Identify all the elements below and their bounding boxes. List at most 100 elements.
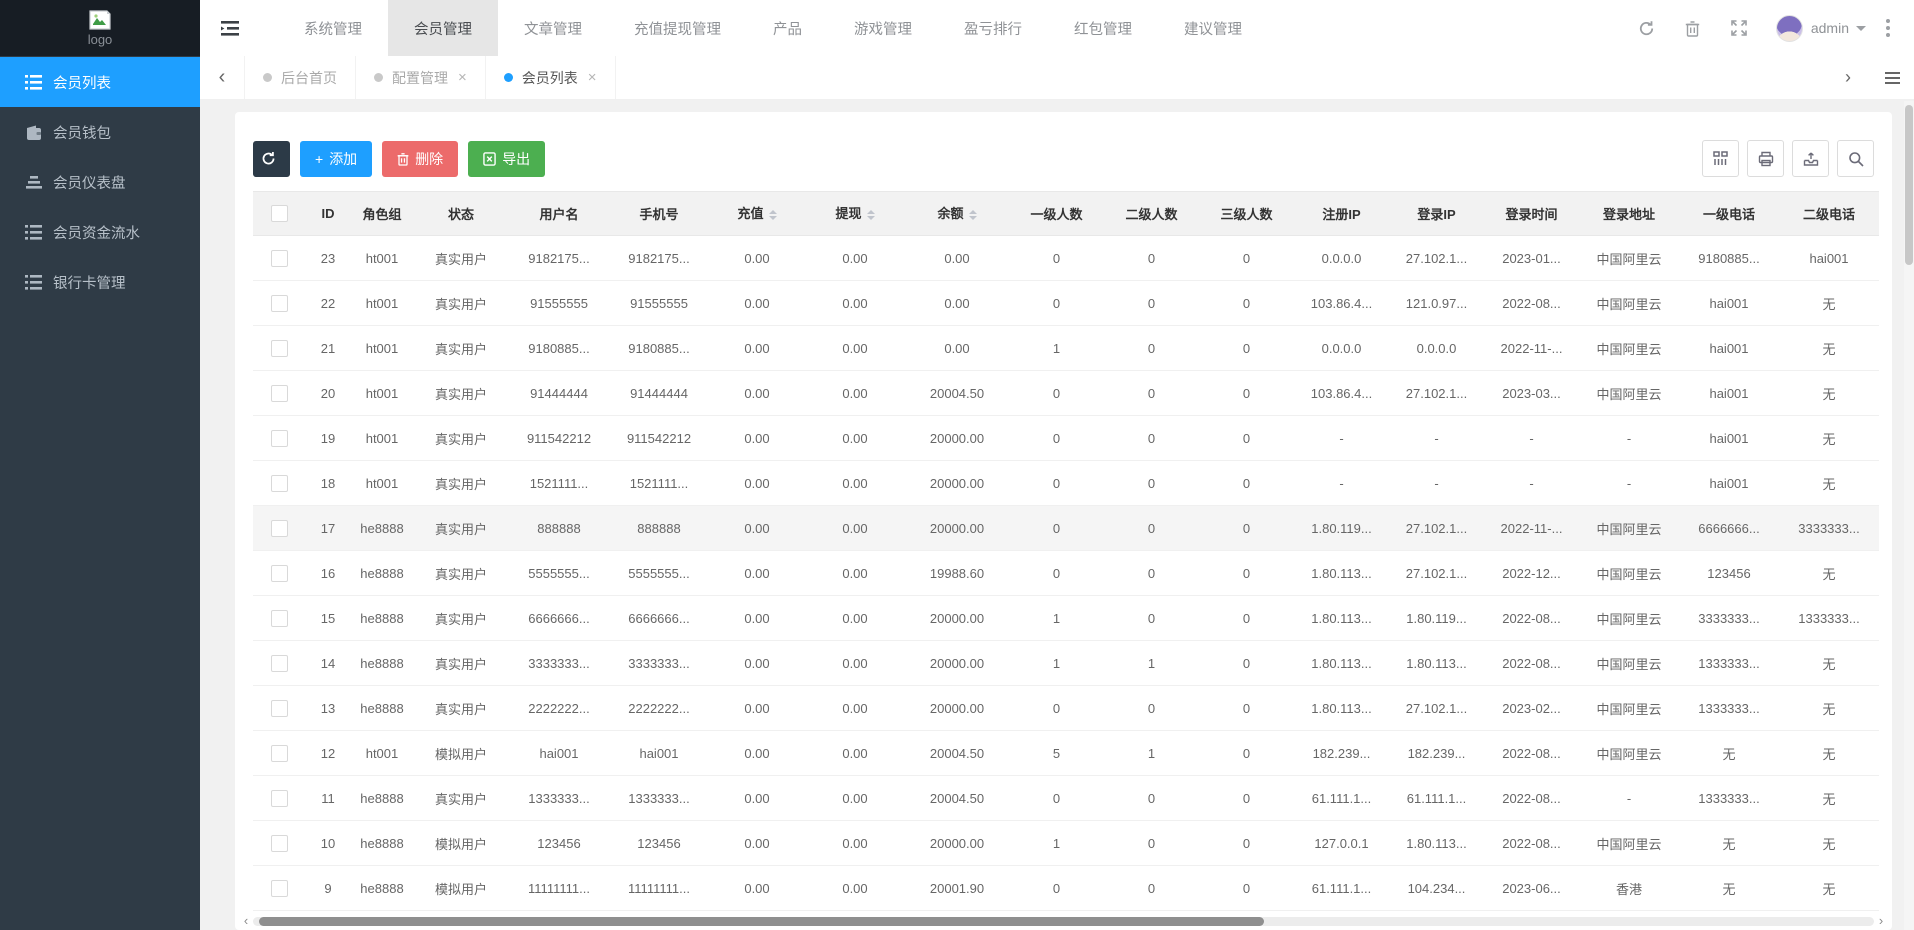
columns-toggle-icon[interactable] [1702, 140, 1739, 177]
cell-角色组: he8888 [351, 866, 413, 911]
more-menu-icon[interactable] [1886, 19, 1890, 37]
table-row[interactable]: 23ht001真实用户9182175...9182175...0.000.000… [253, 236, 1879, 281]
row-checkbox[interactable] [271, 790, 288, 807]
h-scroll-track[interactable] [253, 917, 1874, 926]
row-checkbox[interactable] [271, 745, 288, 762]
table-row[interactable]: 12ht001模拟用户hai001hai0010.000.0020004.505… [253, 731, 1879, 776]
cell-角色组: he8888 [351, 776, 413, 821]
table-row[interactable]: 11he8888真实用户1333333...1333333...0.000.00… [253, 776, 1879, 821]
column-header-充值[interactable]: 充值 [709, 192, 805, 236]
cell-登录地址: 中国阿里云 [1579, 686, 1679, 731]
h-scroll-thumb[interactable] [259, 917, 1264, 926]
nav-item[interactable]: 会员管理 [388, 0, 498, 56]
tab-会员列表[interactable]: 会员列表× [486, 56, 616, 99]
sidebar-item[interactable]: 会员仪表盘 [0, 157, 200, 207]
row-checkbox[interactable] [271, 340, 288, 357]
tab-后台首页[interactable]: 后台首页 [244, 56, 356, 99]
export-file-icon[interactable] [1792, 140, 1829, 177]
nav-item[interactable]: 文章管理 [498, 0, 608, 56]
cell-用户名: 6666666... [509, 596, 609, 641]
sort-icon[interactable] [769, 206, 777, 224]
table-row[interactable]: 19ht001真实用户9115422129115422120.000.00200… [253, 416, 1879, 461]
sidebar-item[interactable]: 银行卡管理 [0, 257, 200, 307]
tabs-scroll-right-icon[interactable]: › [1826, 67, 1870, 88]
column-header-余额[interactable]: 余额 [905, 192, 1009, 236]
fullscreen-icon[interactable] [1716, 0, 1762, 56]
sidebar-item[interactable]: 会员资金流水 [0, 207, 200, 257]
nav-item[interactable]: 红包管理 [1048, 0, 1158, 56]
content: + 添加 删除 导出 [200, 100, 1914, 930]
nav-item[interactable]: 系统管理 [278, 0, 388, 56]
table-row[interactable]: 18ht001真实用户1521111...1521111...0.000.002… [253, 461, 1879, 506]
export-button[interactable]: 导出 [468, 141, 545, 177]
cell-登录时间: 2022-08... [1484, 776, 1579, 821]
row-checkbox[interactable] [271, 520, 288, 537]
close-icon[interactable]: × [458, 69, 467, 86]
sidebar-collapse-icon[interactable] [200, 0, 260, 56]
table-row[interactable]: 20ht001真实用户91444444914444440.000.0020004… [253, 371, 1879, 416]
cell-一级电话: 123456 [1679, 551, 1779, 596]
sort-icon[interactable] [867, 206, 875, 224]
v-scroll-thumb[interactable] [1905, 105, 1913, 265]
tabs-menu-icon[interactable] [1870, 72, 1914, 84]
add-button[interactable]: + 添加 [300, 141, 372, 177]
row-checkbox[interactable] [271, 655, 288, 672]
cell-注册IP: 0.0.0.0 [1294, 236, 1389, 281]
cell-登录时间: 2022-08... [1484, 821, 1579, 866]
nav-item[interactable]: 建议管理 [1158, 0, 1268, 56]
row-checkbox[interactable] [271, 385, 288, 402]
row-checkbox[interactable] [271, 295, 288, 312]
cell-提现: 0.00 [805, 281, 905, 326]
nav-item[interactable]: 充值提现管理 [608, 0, 747, 56]
table-row[interactable]: 13he8888真实用户2222222...2222222...0.000.00… [253, 686, 1879, 731]
table-row[interactable]: 14he8888真实用户3333333...3333333...0.000.00… [253, 641, 1879, 686]
sort-icon[interactable] [969, 206, 977, 224]
nav-item[interactable]: 游戏管理 [828, 0, 938, 56]
trash-icon[interactable] [1670, 0, 1716, 56]
nav-item[interactable]: 盈亏排行 [938, 0, 1048, 56]
row-checkbox[interactable] [271, 880, 288, 897]
avatar[interactable] [1776, 15, 1803, 42]
username-label[interactable]: admin [1811, 20, 1849, 36]
delete-button[interactable]: 删除 [382, 141, 458, 177]
print-icon[interactable] [1747, 140, 1784, 177]
row-checkbox[interactable] [271, 700, 288, 717]
table-row[interactable]: 22ht001真实用户91555555915555550.000.000.000… [253, 281, 1879, 326]
table-row[interactable]: 15he8888真实用户6666666...6666666...0.000.00… [253, 596, 1879, 641]
column-header-提现[interactable]: 提现 [805, 192, 905, 236]
cell-二级电话: 无 [1779, 821, 1879, 866]
refresh-button[interactable] [253, 141, 290, 177]
row-checkbox[interactable] [271, 475, 288, 492]
chevron-down-icon[interactable] [1856, 26, 1866, 36]
scroll-left-icon[interactable]: ‹ [239, 914, 253, 928]
cell-登录IP: 27.102.1... [1389, 551, 1484, 596]
vertical-scrollbar[interactable] [1904, 101, 1914, 930]
row-checkbox[interactable] [271, 565, 288, 582]
row-checkbox[interactable] [271, 250, 288, 267]
cell-一级人数: 1 [1009, 596, 1104, 641]
search-icon[interactable] [1837, 140, 1874, 177]
row-checkbox[interactable] [271, 430, 288, 447]
table-row[interactable]: 21ht001真实用户9180885...9180885...0.000.000… [253, 326, 1879, 371]
column-header-三级人数: 三级人数 [1199, 192, 1294, 236]
tab-配置管理[interactable]: 配置管理× [356, 56, 486, 99]
sidebar-item[interactable]: 会员钱包 [0, 107, 200, 157]
sidebar-item[interactable]: 会员列表 [0, 57, 200, 107]
column-label: 状态 [448, 207, 474, 222]
table-row[interactable]: 16he8888真实用户5555555...5555555...0.000.00… [253, 551, 1879, 596]
table-row[interactable]: 17he8888真实用户8888888888880.000.0020000.00… [253, 506, 1879, 551]
table-row[interactable]: 10he8888模拟用户1234561234560.000.0020000.00… [253, 821, 1879, 866]
close-icon[interactable]: × [588, 69, 597, 86]
row-checkbox[interactable] [271, 835, 288, 852]
cell-提现: 0.00 [805, 236, 905, 281]
scroll-right-icon[interactable]: › [1874, 914, 1888, 928]
select-all-checkbox[interactable] [271, 205, 288, 222]
cell-注册IP: 1.80.113... [1294, 641, 1389, 686]
row-checkbox[interactable] [271, 610, 288, 627]
cell-登录时间: 2023-01... [1484, 236, 1579, 281]
table-row[interactable]: 9he8888模拟用户11111111...11111111...0.000.0… [253, 866, 1879, 911]
refresh-icon[interactable] [1624, 0, 1670, 56]
nav-item[interactable]: 产品 [747, 0, 828, 56]
tabs-scroll-left-icon[interactable]: ‹ [200, 56, 244, 99]
cell-二级电话: 无 [1779, 731, 1879, 776]
